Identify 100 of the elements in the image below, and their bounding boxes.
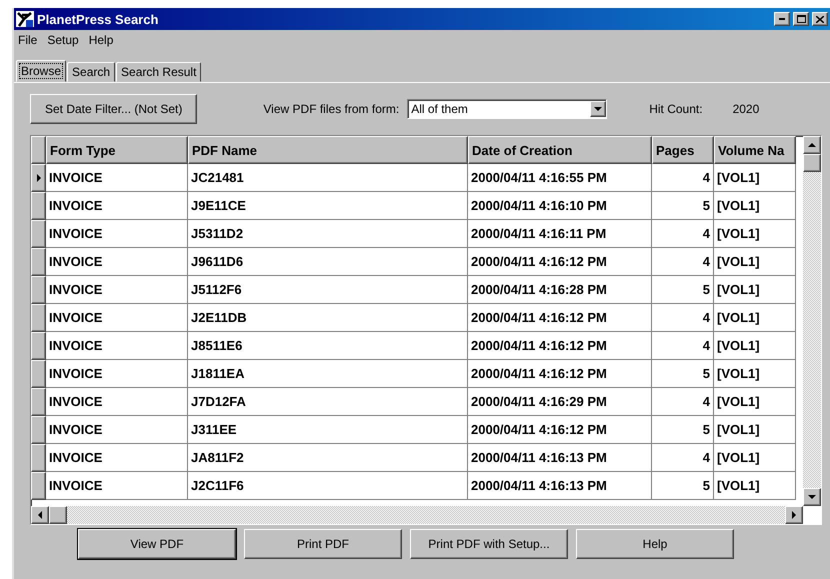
menu-item[interactable]: Setup <box>47 33 79 47</box>
column-header[interactable]: Form Type <box>46 136 188 164</box>
table-cell: 2000/04/11 4:16:12 PM <box>468 416 652 444</box>
window-title: PlanetPress Search <box>37 12 160 26</box>
row-indicator[interactable] <box>31 248 46 276</box>
menu-item[interactable]: Help <box>88 33 114 47</box>
table-cell: [VOL1] <box>714 164 796 192</box>
menu-item[interactable]: File <box>18 33 38 47</box>
row-indicator[interactable] <box>31 192 46 220</box>
table-cell: J5112F6 <box>188 276 468 304</box>
scroll-thumb[interactable] <box>49 506 67 524</box>
close-button[interactable] <box>812 12 828 26</box>
column-header[interactable]: Volume Na <box>714 136 796 164</box>
column-header[interactable]: Date of Creation <box>468 136 652 164</box>
table-cell: 4 <box>652 164 714 192</box>
table-cell: 2000/04/11 4:16:11 PM <box>468 220 652 248</box>
table-cell: 4 <box>652 220 714 248</box>
maximize-icon <box>796 15 806 23</box>
table-cell: 2000/04/11 4:16:12 PM <box>468 304 652 332</box>
table-cell: 5 <box>652 360 714 388</box>
table-cell: J7D12FA <box>188 388 468 416</box>
row-indicator[interactable] <box>31 164 46 192</box>
table-cell: INVOICE <box>46 360 188 388</box>
table-cell: [VOL1] <box>714 248 796 276</box>
table-cell: 5 <box>652 472 714 500</box>
table-cell: J8511E6 <box>188 332 468 360</box>
horizontal-scrollbar[interactable] <box>31 506 803 524</box>
table-cell: J9E11CE <box>188 192 468 220</box>
table-cell: [VOL1] <box>714 444 796 472</box>
row-indicator[interactable] <box>31 332 46 360</box>
table-cell: INVOICE <box>46 220 188 248</box>
table-cell: [VOL1] <box>714 332 796 360</box>
minimize-button[interactable] <box>774 12 790 26</box>
row-indicator[interactable] <box>31 444 46 472</box>
row-indicator[interactable] <box>31 220 46 248</box>
row-indicator[interactable] <box>31 416 46 444</box>
table-cell: INVOICE <box>46 276 188 304</box>
table-cell: [VOL1] <box>714 416 796 444</box>
table-cell: J311EE <box>188 416 468 444</box>
maximize-button[interactable] <box>793 12 809 26</box>
table-cell: J1811EA <box>188 360 468 388</box>
table-cell: 5 <box>652 192 714 220</box>
column-header[interactable]: PDF Name <box>188 136 468 164</box>
tab[interactable]: Browse <box>16 60 66 82</box>
vertical-scrollbar[interactable] <box>803 136 821 506</box>
app-logo-icon <box>16 11 34 27</box>
table-cell: 2000/04/11 4:16:12 PM <box>468 248 652 276</box>
table-cell: 4 <box>652 332 714 360</box>
table-cell: JC21481 <box>188 164 468 192</box>
action-button[interactable]: Print PDF with Setup... <box>410 529 568 559</box>
table-cell: [VOL1] <box>714 276 796 304</box>
table-cell: INVOICE <box>46 388 188 416</box>
table-cell: 2000/04/11 4:16:29 PM <box>468 388 652 416</box>
table-cell: [VOL1] <box>714 388 796 416</box>
table-cell: [VOL1] <box>714 192 796 220</box>
scroll-right-icon <box>792 511 796 519</box>
action-button[interactable]: View PDF <box>78 529 236 559</box>
table-cell: [VOL1] <box>714 304 796 332</box>
scroll-thumb[interactable] <box>803 154 821 172</box>
tab[interactable]: Search <box>67 62 116 82</box>
table-cell: INVOICE <box>46 416 188 444</box>
table-cell: [VOL1] <box>714 472 796 500</box>
hit-count-value: 2020 <box>732 102 760 116</box>
action-button[interactable]: Help <box>576 529 734 559</box>
table-cell: [VOL1] <box>714 220 796 248</box>
table-cell: 4 <box>652 304 714 332</box>
current-row-icon <box>36 174 40 182</box>
table-cell: 2000/04/11 4:16:10 PM <box>468 192 652 220</box>
table-cell: [VOL1] <box>714 360 796 388</box>
tab[interactable]: Search Result <box>116 62 202 82</box>
column-header[interactable]: Pages <box>652 136 714 164</box>
table-cell: INVOICE <box>46 164 188 192</box>
table-cell: 2000/04/11 4:16:28 PM <box>468 276 652 304</box>
table-cell: J2C11F6 <box>188 472 468 500</box>
table-cell: 2000/04/11 4:16:12 PM <box>468 332 652 360</box>
table-cell: 2000/04/11 4:16:55 PM <box>468 164 652 192</box>
table-cell: INVOICE <box>46 472 188 500</box>
table-cell: 2000/04/11 4:16:13 PM <box>468 472 652 500</box>
row-indicator[interactable] <box>31 388 46 416</box>
table-cell: INVOICE <box>46 444 188 472</box>
row-indicator[interactable] <box>31 360 46 388</box>
scroll-left-icon <box>38 511 42 519</box>
table-cell: 5 <box>652 416 714 444</box>
table-cell: JA811F2 <box>188 444 468 472</box>
row-indicator[interactable] <box>31 472 46 500</box>
table-cell: INVOICE <box>46 248 188 276</box>
table-cell: 4 <box>652 248 714 276</box>
table-cell: 4 <box>652 388 714 416</box>
scroll-up-icon <box>808 143 816 147</box>
table-cell: INVOICE <box>46 304 188 332</box>
table-cell: INVOICE <box>46 192 188 220</box>
action-button[interactable]: Print PDF <box>244 529 402 559</box>
row-indicator[interactable] <box>31 276 46 304</box>
row-indicator[interactable] <box>31 304 46 332</box>
form-dropdown[interactable]: All of them <box>407 99 608 119</box>
date-filter-button[interactable]: Set Date Filter... (Not Set) <box>30 94 198 124</box>
minimize-icon <box>779 18 785 20</box>
table-cell: J9611D6 <box>188 248 468 276</box>
table-cell: 2000/04/11 4:16:12 PM <box>468 360 652 388</box>
table-cell: 5 <box>652 276 714 304</box>
